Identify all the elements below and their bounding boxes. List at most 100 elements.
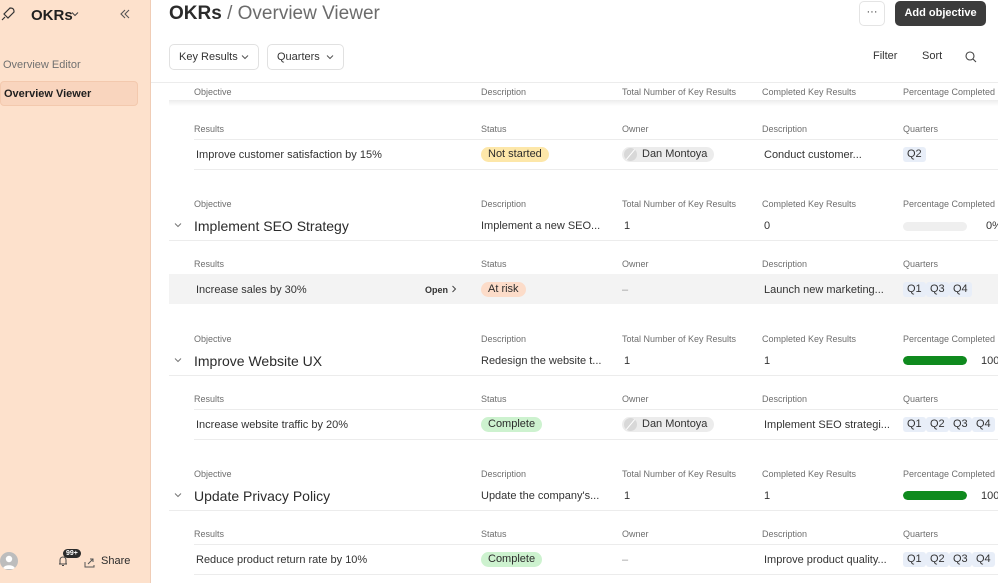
progress-bar — [903, 222, 967, 231]
chevron-down-icon — [326, 55, 334, 60]
filter-button[interactable]: Filter — [873, 50, 897, 62]
total-key-results: 1 — [624, 355, 631, 367]
status-badge: At risk — [481, 282, 526, 297]
quarter-tag: Q2 — [926, 417, 949, 432]
chevron-down-icon[interactable] — [174, 492, 182, 498]
page-title: OKRs / Overview Viewer — [169, 3, 380, 25]
result-description: Improve product quality... — [764, 554, 887, 566]
more-options-button[interactable]: ··· — [859, 1, 885, 26]
owner-avatar — [624, 418, 637, 431]
progress-fill — [903, 491, 967, 500]
col-header-owner: Owner — [622, 529, 649, 539]
quarter-tag: Q4 — [949, 282, 972, 297]
divider — [194, 139, 998, 140]
quarter-tag: Q3 — [926, 282, 949, 297]
col-header-description: Description — [481, 199, 527, 209]
status-badge: Complete — [481, 417, 543, 432]
quarter-tag: Q1 — [903, 282, 926, 297]
col-header-result-description: Description — [762, 394, 808, 404]
divider — [169, 510, 998, 511]
result-description: Launch new marketing... — [764, 284, 884, 296]
percentage-label: 100% — [981, 355, 998, 367]
divider — [194, 544, 998, 545]
quarter-tag: Q4 — [972, 552, 995, 567]
user-avatar[interactable] — [0, 552, 18, 570]
col-header-objective: Objective — [194, 469, 232, 479]
objective-title[interactable]: Implement SEO Strategy — [194, 218, 349, 234]
quarter-tag: Q2 — [926, 552, 949, 567]
col-header-quarters: Quarters — [903, 394, 939, 404]
key-results-dropdown[interactable]: Key Results — [169, 44, 259, 70]
completed-key-results: 0 — [764, 220, 771, 232]
breadcrumb-root[interactable]: OKRs — [169, 3, 222, 24]
quarter-tag: Q1 — [903, 417, 926, 432]
app: OKRs Overview Editor Overview Viewer 99+ — [0, 0, 998, 583]
collapse-sidebar-icon[interactable] — [118, 7, 132, 21]
sidebar-header: OKRs — [0, 0, 151, 32]
col-header-quarters: Quarters — [903, 529, 939, 539]
progress-bar — [903, 356, 967, 365]
col-header-status: Status — [481, 529, 507, 539]
chevron-down-icon[interactable] — [174, 222, 182, 228]
status-badge: Not started — [481, 147, 549, 162]
col-header-result-description: Description — [762, 259, 808, 269]
breadcrumb-page: Overview Viewer — [237, 3, 380, 24]
chevron-down-icon[interactable] — [174, 357, 182, 363]
owner-name: Dan Montoya — [642, 148, 708, 160]
result-name[interactable]: Reduce product return rate by 10% — [196, 554, 367, 566]
sidebar: OKRs Overview Editor Overview Viewer 99+ — [0, 0, 151, 583]
col-header-results: Results — [194, 529, 225, 539]
divider — [194, 439, 998, 440]
result-name[interactable]: Increase website traffic by 20% — [196, 419, 348, 431]
objective-description: Update the company's... — [481, 490, 600, 502]
objective-description: Implement a new SEO... — [481, 220, 601, 232]
col-header-quarters: Quarters — [903, 124, 939, 134]
quarter-tag: Q4 — [972, 417, 995, 432]
open-label: Open — [425, 285, 449, 295]
quarters-dropdown[interactable]: Quarters — [267, 44, 344, 70]
sort-button[interactable]: Sort — [922, 50, 942, 62]
divider — [169, 375, 998, 376]
completed-key-results: 1 — [764, 490, 771, 502]
col-header-completed: Completed Key Results — [762, 334, 857, 344]
col-header-owner: Owner — [622, 124, 649, 134]
col-header-results: Results — [194, 259, 225, 269]
col-header-objective: Objective — [194, 87, 232, 97]
sidebar-item-overview-editor[interactable]: Overview Editor — [0, 53, 138, 78]
col-header-completed: Completed Key Results — [762, 469, 857, 479]
col-header-objective: Objective — [194, 334, 232, 344]
col-header-percentage: Percentage Completed — [903, 199, 996, 209]
chevron-down-icon[interactable] — [70, 9, 80, 19]
quarter-tag: Q3 — [949, 552, 972, 567]
share-button[interactable]: Share — [101, 555, 130, 567]
sidebar-footer: 99+ Share — [0, 548, 151, 576]
col-header-completed: Completed Key Results — [762, 87, 857, 97]
col-header-total: Total Number of Key Results — [622, 334, 737, 344]
objective-title[interactable]: Improve Website UX — [194, 353, 322, 369]
percentage-label: 0% — [986, 220, 998, 232]
open-button[interactable]: Open — [425, 285, 457, 295]
quarters-dropdown-label: Quarters — [277, 51, 320, 63]
percentage-label: 100% — [981, 490, 998, 502]
result-name[interactable]: Increase sales by 30% — [196, 284, 307, 296]
chevron-down-icon — [241, 55, 249, 60]
total-key-results: 1 — [624, 220, 631, 232]
result-name[interactable]: Improve customer satisfaction by 15% — [196, 149, 382, 161]
share-icon[interactable] — [84, 557, 95, 568]
col-header-status: Status — [481, 124, 507, 134]
breadcrumb-separator: / — [227, 3, 233, 24]
col-header-percentage: Percentage Completed — [903, 87, 996, 97]
add-objective-button[interactable]: Add objective — [895, 1, 986, 26]
col-header-total: Total Number of Key Results — [622, 87, 737, 97]
col-header-status: Status — [481, 394, 507, 404]
total-key-results: 1 — [624, 490, 631, 502]
objective-title[interactable]: Update Privacy Policy — [194, 488, 330, 504]
app-name[interactable]: OKRs — [31, 7, 73, 24]
notification-badge: 99+ — [63, 549, 81, 558]
col-header-objective: Objective — [194, 199, 232, 209]
sidebar-item-overview-viewer[interactable]: Overview Viewer — [0, 81, 138, 106]
col-header-description: Description — [481, 87, 527, 97]
divider — [169, 100, 998, 106]
owner-avatar — [624, 148, 637, 161]
search-icon[interactable] — [965, 51, 977, 63]
